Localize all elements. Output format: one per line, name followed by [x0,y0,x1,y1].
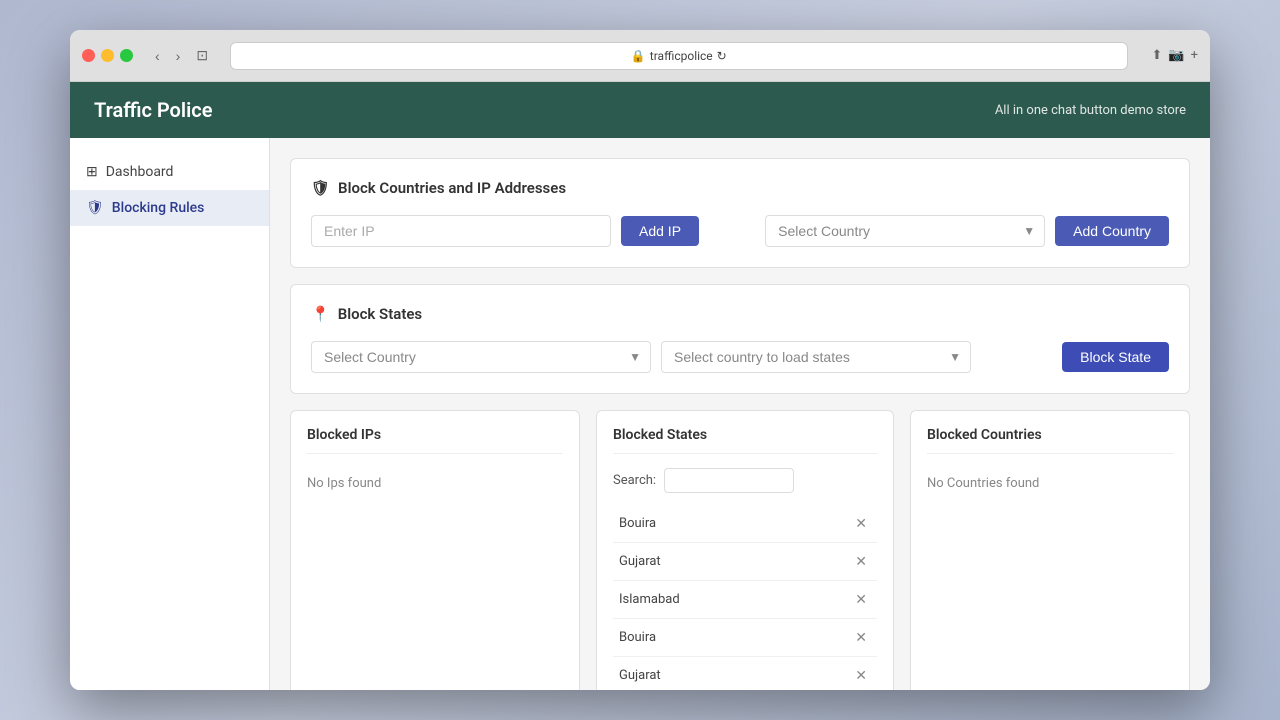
no-countries-message: No Countries found [927,468,1173,499]
search-label: Search: [613,473,656,488]
close-button[interactable] [82,49,95,62]
state-name-4: Gujarat [619,668,661,683]
blocked-countries-panel: Blocked Countries No Countries found [910,410,1190,690]
state-row-2: Islamabad ✕ [613,581,877,619]
back-button[interactable]: ‹ [149,45,166,66]
block-states-section: 📍 Block States Select Country ▼ Sel [290,284,1190,394]
browser-action-icons: ⬆ 📷 + [1152,48,1198,63]
traffic-lights [82,49,133,62]
view-button[interactable]: ⊡ [190,45,214,66]
browser-chrome: ‹ › ⊡ 🔒 trafficpolice ↻ ⬆ 📷 + [70,30,1210,82]
state-list: Bouira ✕ Gujarat ✕ Islamabad ✕ [613,505,877,690]
state-name-1: Gujarat [619,554,661,569]
minimize-button[interactable] [101,49,114,62]
ip-input[interactable] [311,215,611,247]
store-name: All in one chat button demo store [995,103,1186,118]
add-country-button[interactable]: Add Country [1055,216,1169,246]
panels-row: Blocked IPs No Ips found Blocked States … [290,410,1190,690]
block-states-title: 📍 Block States [311,305,1169,323]
block-ip-section: 🛡 Block Countries and IP Addresses Add I… [290,158,1190,268]
address-bar[interactable]: 🔒 trafficpolice ↻ [230,42,1127,70]
screenshot-icon[interactable]: 📷 [1168,48,1184,63]
maximize-button[interactable] [120,49,133,62]
no-ips-message: No Ips found [307,468,563,499]
pin-icon: 📍 [311,305,330,323]
blocked-countries-title: Blocked Countries [927,427,1173,454]
sidebar-item-blocking-rules[interactable]: 🛡 Blocking Rules [70,190,269,226]
sidebar: ⊞ Dashboard 🛡 Blocking Rules [70,138,270,690]
add-ip-button[interactable]: Add IP [621,216,699,246]
blocking-rules-icon: 🛡 [86,200,104,216]
share-icon[interactable]: ⬆ [1152,48,1163,63]
blocked-states-title: Blocked States [613,427,877,454]
states-country-select-wrapper: Select Country ▼ [311,341,651,373]
nav-buttons: ‹ › ⊡ [149,45,214,66]
app-title: Traffic Police [94,98,212,122]
state-row-1: Gujarat ✕ [613,543,877,581]
shield-icon: 🛡 [311,179,330,197]
app-container: Traffic Police All in one chat button de… [70,82,1210,690]
blocked-ips-panel: Blocked IPs No Ips found [290,410,580,690]
state-row-4: Gujarat ✕ [613,657,877,690]
country-select-wrapper: Select Country ▼ [765,215,1045,247]
state-name-3: Bouira [619,630,656,645]
country-select[interactable]: Select Country [765,215,1045,247]
sidebar-label-dashboard: Dashboard [106,164,174,180]
blocked-ips-title: Blocked IPs [307,427,563,454]
state-name-2: Islamabad [619,592,680,607]
state-row-0: Bouira ✕ [613,505,877,543]
ip-input-row: Add IP Select Country ▼ Add Country [311,215,1169,247]
main-layout: ⊞ Dashboard 🛡 Blocking Rules 🛡 Block Cou… [70,138,1210,690]
dashboard-icon: ⊞ [86,164,98,180]
search-row: Search: [613,468,877,493]
app-header: Traffic Police All in one chat button de… [70,82,1210,138]
browser-window: ‹ › ⊡ 🔒 trafficpolice ↻ ⬆ 📷 + Traffic Po… [70,30,1210,690]
remove-state-button-4[interactable]: ✕ [851,665,871,686]
search-input[interactable] [664,468,794,493]
states-input-row: Select Country ▼ Select country to load … [311,341,1169,373]
remove-state-button-3[interactable]: ✕ [851,627,871,648]
new-tab-icon[interactable]: + [1191,48,1198,63]
reload-icon: ↻ [717,49,727,63]
state-select-wrapper: Select country to load states ▼ [661,341,971,373]
remove-state-button-0[interactable]: ✕ [851,513,871,534]
state-select[interactable]: Select country to load states [661,341,971,373]
remove-state-button-1[interactable]: ✕ [851,551,871,572]
main-content: 🛡 Block Countries and IP Addresses Add I… [270,138,1210,690]
lock-icon: 🔒 [631,49,646,63]
forward-button[interactable]: › [170,45,187,66]
remove-state-button-2[interactable]: ✕ [851,589,871,610]
url-text: trafficpolice [650,49,713,63]
state-name-0: Bouira [619,516,656,531]
sidebar-label-blocking-rules: Blocking Rules [112,200,205,216]
block-state-button[interactable]: Block State [1062,342,1169,372]
blocked-states-panel: Blocked States Search: Bouira ✕ Gujarat [596,410,894,690]
sidebar-item-dashboard[interactable]: ⊞ Dashboard [70,154,269,190]
block-ip-title: 🛡 Block Countries and IP Addresses [311,179,1169,197]
state-row-3: Bouira ✕ [613,619,877,657]
states-country-select[interactable]: Select Country [311,341,651,373]
